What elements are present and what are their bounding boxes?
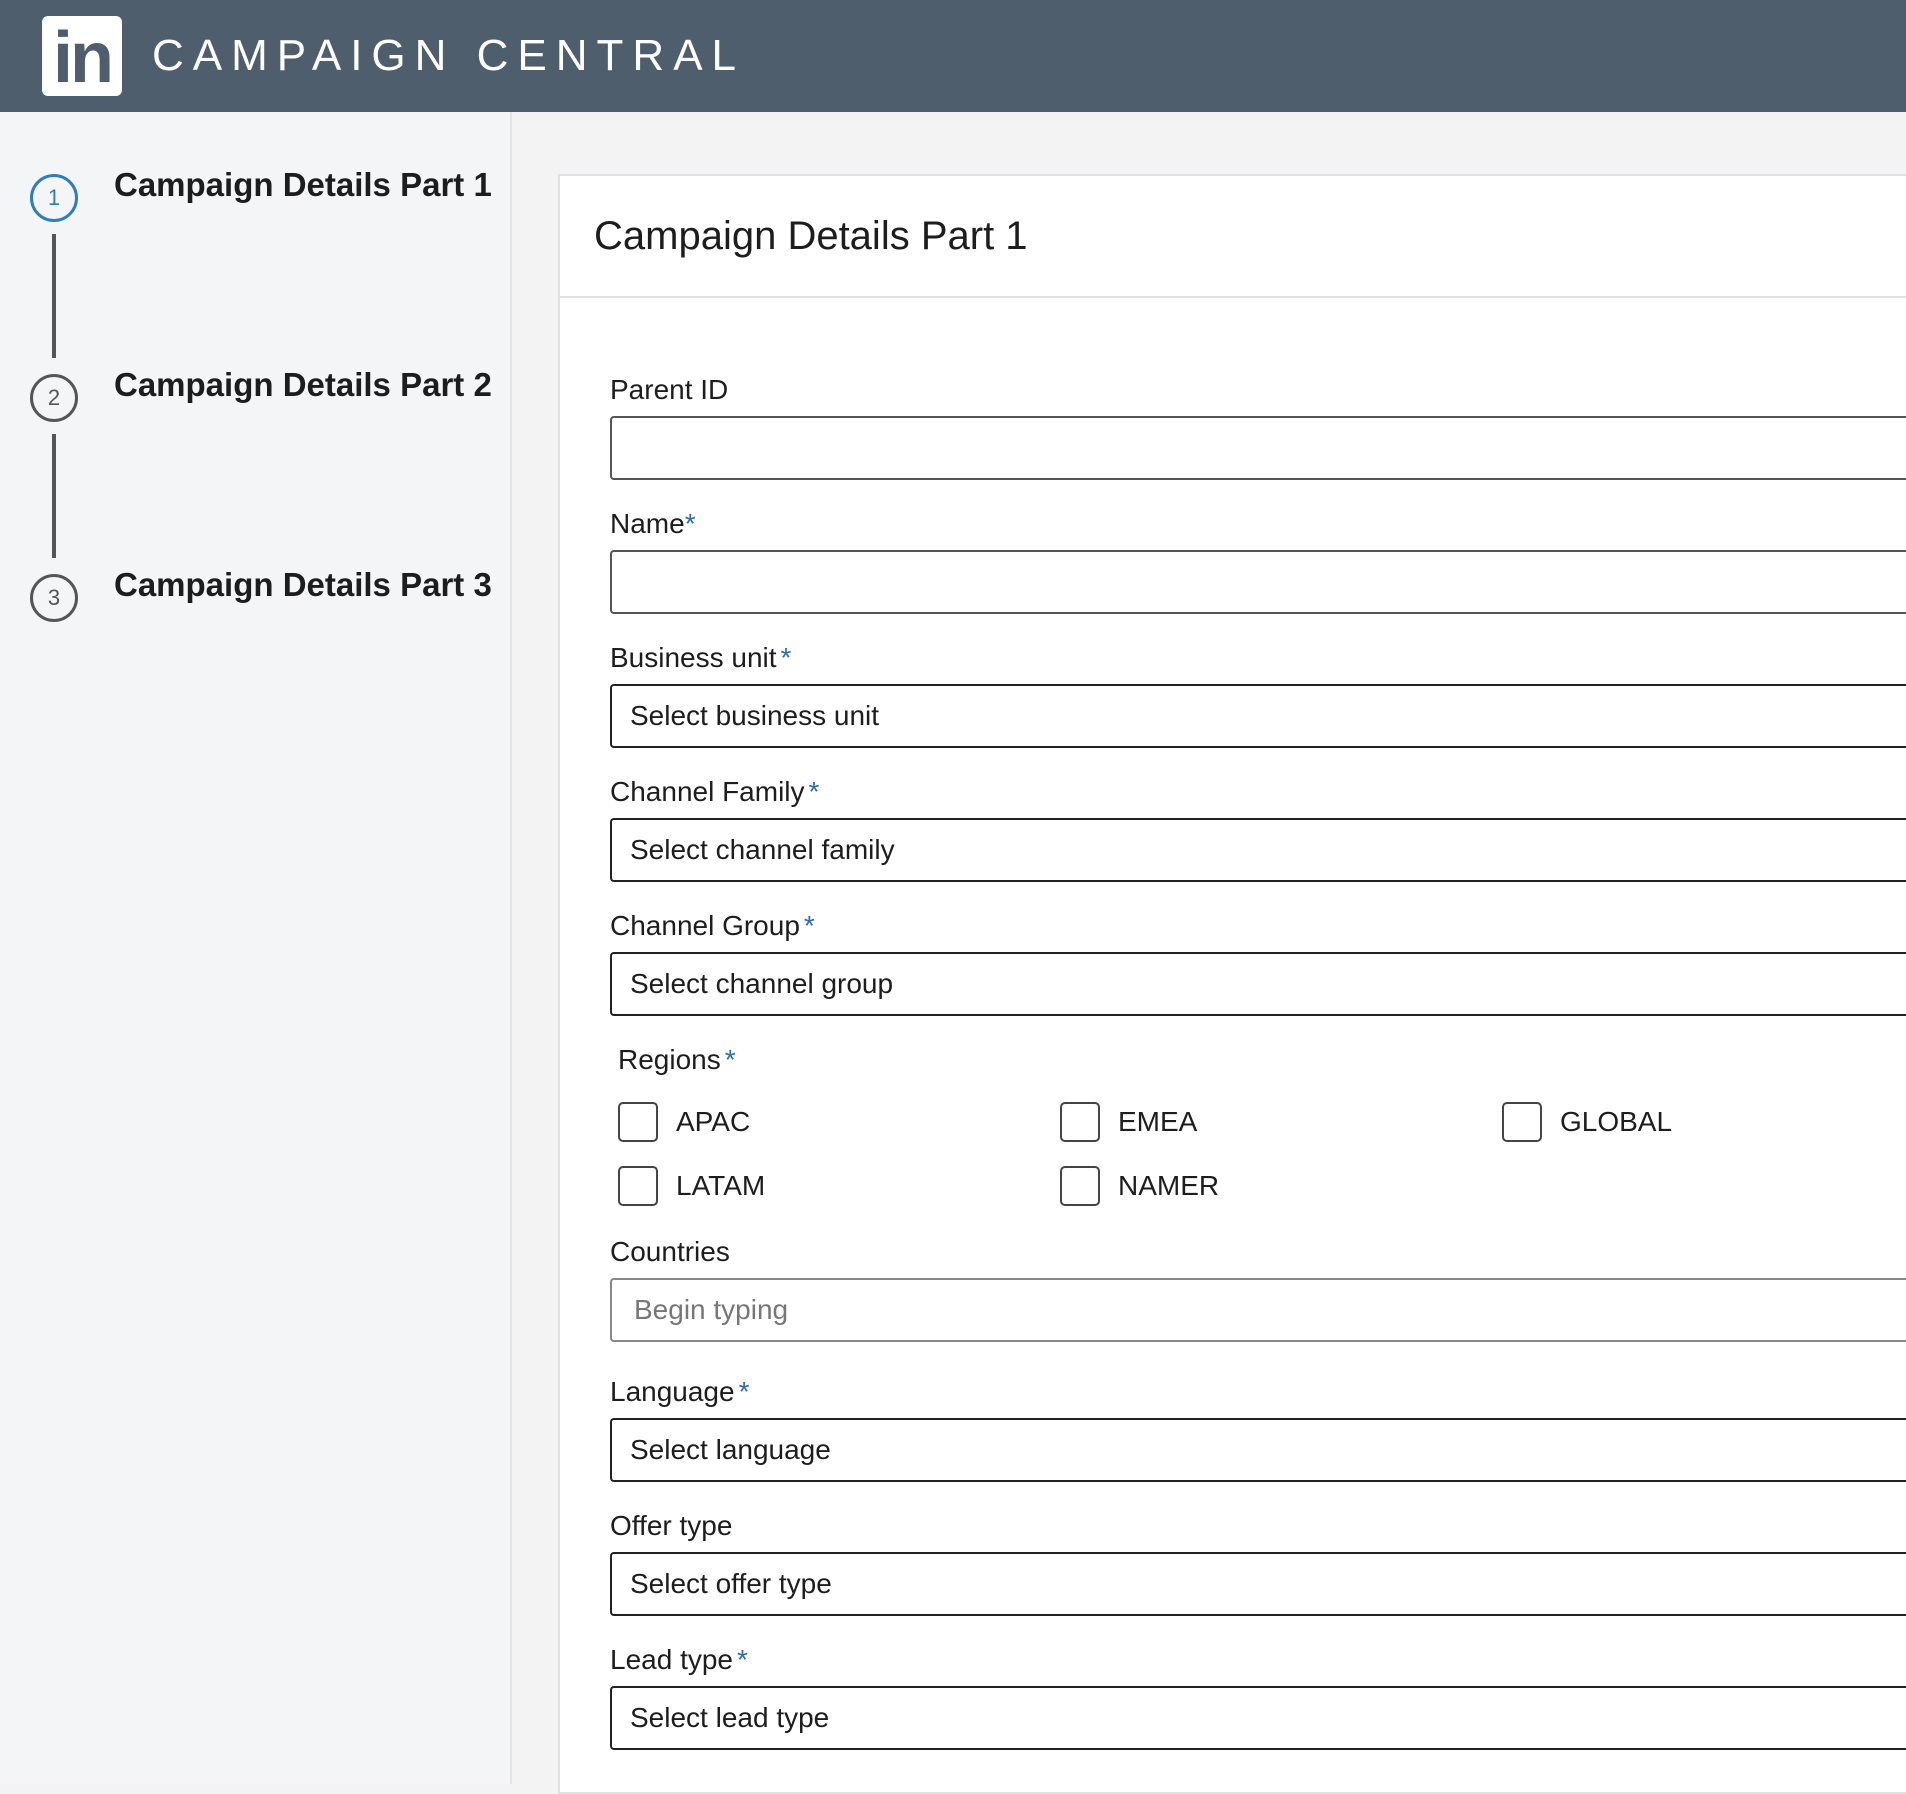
name-input[interactable] bbox=[610, 550, 1906, 614]
required-marker: * bbox=[724, 1044, 736, 1075]
checkbox[interactable] bbox=[618, 1102, 658, 1142]
app-title: CAMPAIGN CENTRAL bbox=[152, 31, 746, 80]
region-option-apac[interactable]: APAC bbox=[618, 1102, 750, 1142]
region-option-latam[interactable]: LATAM bbox=[618, 1166, 765, 1206]
select-value: Select lead type bbox=[630, 1702, 830, 1733]
step-label: Campaign Details Part 2 bbox=[114, 366, 492, 403]
language-label: Language * bbox=[610, 1376, 750, 1407]
card-header: Campaign Details Part 1 bbox=[560, 176, 1906, 298]
offer-type-label: Offer type bbox=[610, 1510, 733, 1541]
required-marker: * bbox=[684, 508, 696, 539]
top-bar: in CAMPAIGN CENTRAL bbox=[0, 0, 1906, 112]
form-title: Campaign Details Part 1 bbox=[594, 214, 1028, 258]
required-marker: * bbox=[738, 1376, 750, 1407]
checkbox-label: EMEA bbox=[1118, 1106, 1198, 1137]
region-option-emea[interactable]: EMEA bbox=[1060, 1102, 1197, 1142]
parent-id-input[interactable] bbox=[610, 416, 1906, 480]
step-label: Campaign Details Part 3 bbox=[114, 566, 492, 603]
step-1[interactable]: 1 Campaign Details Part 1 bbox=[0, 166, 512, 246]
region-option-global[interactable]: GLOBAL bbox=[1502, 1102, 1672, 1142]
step-2[interactable]: 2 Campaign Details Part 2 bbox=[0, 366, 512, 446]
step-number-icon: 3 bbox=[30, 574, 78, 622]
lead-type-label: Lead type * bbox=[610, 1644, 748, 1675]
channel-family-label: Channel Family * bbox=[610, 776, 820, 807]
region-option-namer[interactable]: NAMER bbox=[1060, 1166, 1219, 1206]
required-marker: * bbox=[780, 642, 792, 673]
step-number-icon: 2 bbox=[30, 374, 78, 422]
countries-input[interactable] bbox=[610, 1278, 1906, 1342]
channel-group-label: Channel Group * bbox=[610, 910, 815, 941]
step-connector bbox=[52, 234, 56, 358]
linkedin-logo[interactable]: in bbox=[42, 16, 122, 96]
select-value: Select channel group bbox=[630, 968, 894, 999]
language-select[interactable]: Select language bbox=[610, 1418, 1906, 1482]
regions-label: Regions * bbox=[618, 1044, 736, 1075]
checkbox[interactable] bbox=[1502, 1102, 1542, 1142]
business-unit-label: Business unit * bbox=[610, 642, 792, 673]
lead-type-select[interactable]: Select lead type bbox=[610, 1686, 1906, 1750]
select-value: Select channel family bbox=[630, 834, 895, 865]
step-sidebar: 1 Campaign Details Part 1 2 Campaign Det… bbox=[0, 112, 512, 1784]
select-value: Select offer type bbox=[630, 1568, 832, 1599]
offer-type-select[interactable]: Select offer type bbox=[610, 1552, 1906, 1616]
form-card: Campaign Details Part 1 Parent ID Name* … bbox=[558, 174, 1906, 1794]
name-label: Name* bbox=[610, 508, 696, 539]
checkbox[interactable] bbox=[618, 1166, 658, 1206]
step-label: Campaign Details Part 1 bbox=[114, 166, 492, 203]
checkbox-label: APAC bbox=[676, 1106, 751, 1137]
step-connector bbox=[52, 434, 56, 558]
parent-id-label: Parent ID bbox=[610, 374, 729, 405]
required-marker: * bbox=[737, 1644, 748, 1675]
countries-label: Countries bbox=[610, 1236, 730, 1267]
business-unit-select[interactable]: Select business unit bbox=[610, 684, 1906, 748]
step-3[interactable]: 3 Campaign Details Part 3 bbox=[0, 566, 512, 646]
checkbox-label: GLOBAL bbox=[1560, 1106, 1673, 1137]
checkbox-label: LATAM bbox=[676, 1170, 766, 1201]
required-marker: * bbox=[803, 910, 815, 941]
checkbox-label: NAMER bbox=[1118, 1170, 1220, 1201]
step-number-icon: 1 bbox=[30, 174, 78, 222]
channel-family-select[interactable]: Select channel family bbox=[610, 818, 1906, 882]
select-value: Select language bbox=[630, 1434, 831, 1465]
checkbox[interactable] bbox=[1060, 1102, 1100, 1142]
required-marker: * bbox=[808, 776, 820, 807]
checkbox[interactable] bbox=[1060, 1166, 1100, 1206]
channel-group-select[interactable]: Select channel group bbox=[610, 952, 1906, 1016]
select-value: Select business unit bbox=[630, 700, 880, 731]
